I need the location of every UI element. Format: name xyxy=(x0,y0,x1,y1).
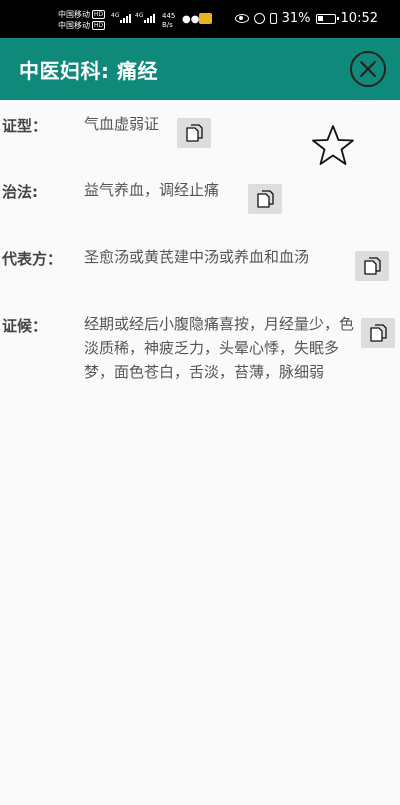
field-row-daibiaofang: 代表方： 圣愈汤或黄芪建中汤或养血和血汤 xyxy=(0,245,400,285)
carrier-info: 中国移动 HD 中国移动 HD xyxy=(58,9,106,31)
close-circle-icon xyxy=(359,60,377,78)
app-notification-icon xyxy=(199,13,212,24)
eye-icon xyxy=(234,14,249,23)
app-bar: 中医妇科: 痛经 xyxy=(0,38,400,100)
copy-daibiaofang-button[interactable] xyxy=(355,251,389,281)
close-button[interactable] xyxy=(350,51,386,87)
zhifa-label: 治法: xyxy=(2,183,38,201)
copy-zhengxing-button[interactable] xyxy=(177,118,211,148)
daibiaofang-label: 代表方： xyxy=(2,250,63,268)
page-title: 中医妇科: 痛经 xyxy=(19,59,158,83)
zhifa-value: 益气养血，调经止痛 xyxy=(84,181,220,199)
wechat-icon: ●● xyxy=(182,14,200,25)
vibrate-icon xyxy=(269,13,277,24)
network-type-2: 4G xyxy=(135,12,144,19)
copy-icon xyxy=(186,124,203,142)
clock: 10:52 xyxy=(340,11,378,26)
status-right: 31% 10:52 xyxy=(234,11,378,26)
hd-badge-2: HD xyxy=(92,21,106,30)
zhenghou-value: 经期或经后小腹隐痛喜按，月经量少，色淡质稀，神疲乏力，头晕心悸，失眠多梦，面色苍… xyxy=(84,315,355,381)
network-type-1: 4G xyxy=(111,12,120,19)
carrier-1: 中国移动 xyxy=(58,10,90,19)
zhengxing-value: 气血虚弱证 xyxy=(84,115,160,133)
copy-zhenghou-button[interactable] xyxy=(361,318,395,348)
copy-icon xyxy=(364,257,381,275)
speed-unit: B/s xyxy=(162,21,173,29)
zhengxing-label: 证型： xyxy=(2,117,48,135)
status-bar: 中国移动 HD 中国移动 HD 4G 4G 445 B/s ●● 31% 10:52 xyxy=(0,0,400,38)
zhenghou-label: 证候： xyxy=(2,317,48,335)
field-row-zhenghou: 证候： 经期或经后小腹隐痛喜按，月经量少，色淡质稀，神疲乏力，头晕心悸，失眠多梦… xyxy=(0,312,400,412)
field-row-zhifa: 治法: 益气养血，调经止痛 xyxy=(0,178,400,218)
hd-badge-1: HD xyxy=(92,10,106,19)
battery-icon xyxy=(315,13,339,24)
carrier-2: 中国移动 xyxy=(58,21,90,30)
copy-icon xyxy=(370,324,387,342)
signal-icon-2 xyxy=(144,14,155,23)
battery-percent: 31% xyxy=(281,11,311,26)
daibiaofang-value: 圣愈汤或黄芪建中汤或养血和血汤 xyxy=(84,248,310,266)
speed-value: 445 xyxy=(162,12,176,20)
field-row-zhengxing: 证型： 气血虚弱证 xyxy=(0,112,400,152)
network-speed: 445 B/s xyxy=(162,12,175,30)
alarm-icon xyxy=(253,13,265,24)
copy-zhifa-button[interactable] xyxy=(248,184,282,214)
signal-icon-1 xyxy=(120,14,131,23)
copy-icon xyxy=(257,190,274,208)
